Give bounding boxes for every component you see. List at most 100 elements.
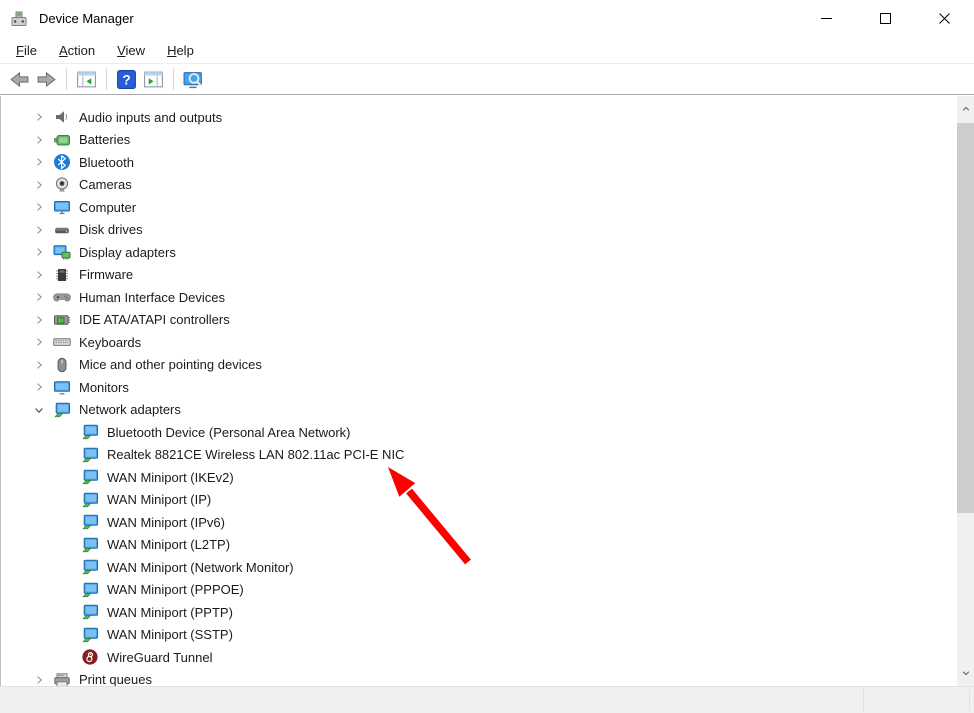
tree-item-label: Audio inputs and outputs: [79, 110, 222, 125]
network-adapter-icon: [81, 581, 99, 599]
tree-item-wan-miniport-pppoe[interactable]: WAN Miniport (PPPOE): [1, 579, 974, 602]
chevron-right-icon[interactable]: [31, 199, 47, 215]
tree-item-ide-ata-atapi-controllers[interactable]: IDE ATA/ATAPI controllers: [1, 309, 974, 332]
status-bar-divider: [863, 689, 864, 711]
tree-item-bluetooth-device-personal-area-network[interactable]: Bluetooth Device (Personal Area Network): [1, 421, 974, 444]
minimize-button[interactable]: [797, 0, 856, 37]
tree-item-label: IDE ATA/ATAPI controllers: [79, 312, 230, 327]
network-adapter-icon: [81, 423, 99, 441]
forward-arrow-icon: [36, 69, 57, 90]
chevron-right-icon[interactable]: [31, 357, 47, 373]
tree-item-print-queues[interactable]: Print queues: [1, 669, 974, 687]
toolbar-separator: [66, 68, 67, 90]
tree-item-keyboards[interactable]: Keyboards: [1, 331, 974, 354]
battery-icon: [53, 131, 71, 149]
help-button[interactable]: ?: [114, 67, 139, 92]
chevron-right-icon[interactable]: [31, 312, 47, 328]
network-adapter-icon: [81, 603, 99, 621]
camera-icon: [53, 176, 71, 194]
show-hide-console-tree-button[interactable]: [74, 67, 99, 92]
tree-item-label: Network adapters: [79, 402, 181, 417]
forward-button[interactable]: [34, 67, 59, 92]
tree-item-wan-miniport-ipv6[interactable]: WAN Miniport (IPv6): [1, 511, 974, 534]
close-icon: [939, 13, 950, 24]
chevron-right-icon[interactable]: [31, 222, 47, 238]
tree-item-wireguard-tunnel[interactable]: WireGuard Tunnel: [1, 646, 974, 669]
maximize-button[interactable]: [856, 0, 915, 37]
tree-item-wan-miniport-pptp[interactable]: WAN Miniport (PPTP): [1, 601, 974, 624]
tree-item-label: Print queues: [79, 672, 152, 686]
tree-item-wan-miniport-network-monitor[interactable]: WAN Miniport (Network Monitor): [1, 556, 974, 579]
network-adapter-icon: [53, 401, 71, 419]
chevron-right-icon[interactable]: [31, 132, 47, 148]
scroll-down-button[interactable]: [957, 660, 974, 686]
minimize-icon: [821, 13, 832, 24]
tree-item-human-interface-devices[interactable]: Human Interface Devices: [1, 286, 974, 309]
tree-item-disk-drives[interactable]: Disk drives: [1, 219, 974, 242]
device-manager-icon: [9, 9, 29, 29]
title-bar: Device Manager: [0, 0, 974, 37]
menu-item-action[interactable]: Action: [48, 39, 106, 62]
tree-item-label: Bluetooth Device (Personal Area Network): [107, 425, 351, 440]
tree-item-label: Batteries: [79, 132, 130, 147]
chevron-right-icon[interactable]: [31, 244, 47, 260]
svg-text:?: ?: [122, 72, 130, 87]
chevron-right-icon[interactable]: [31, 672, 47, 686]
monitor-icon: [53, 378, 71, 396]
tree-item-firmware[interactable]: Firmware: [1, 264, 974, 287]
device-tree-pane: Audio inputs and outputs Batteries Bluetoo…: [0, 96, 974, 686]
tree-item-wan-miniport-sstp[interactable]: WAN Miniport (SSTP): [1, 624, 974, 647]
tree-item-monitors[interactable]: Monitors: [1, 376, 974, 399]
tree-item-computer[interactable]: Computer: [1, 196, 974, 219]
audio-icon: [53, 108, 71, 126]
menu-item-file[interactable]: File: [5, 39, 48, 62]
chevron-right-icon[interactable]: [31, 177, 47, 193]
tree-item-label: WAN Miniport (IPv6): [107, 515, 225, 530]
tree-item-batteries[interactable]: Batteries: [1, 129, 974, 152]
tree-item-wan-miniport-ip[interactable]: WAN Miniport (IP): [1, 489, 974, 512]
tree-item-audio-inputs-and-outputs[interactable]: Audio inputs and outputs: [1, 106, 974, 129]
tree-item-label: Monitors: [79, 380, 129, 395]
chevron-right-icon[interactable]: [31, 379, 47, 395]
tree-item-bluetooth[interactable]: Bluetooth: [1, 151, 974, 174]
menu-item-view[interactable]: View: [106, 39, 156, 62]
show-action-pane-icon: [143, 69, 164, 90]
tree-item-label: WAN Miniport (Network Monitor): [107, 560, 294, 575]
show-hide-action-pane-button[interactable]: [141, 67, 166, 92]
window-controls: [797, 0, 974, 37]
tree-item-network-adapters[interactable]: Network adapters: [1, 399, 974, 422]
chevron-down-icon[interactable]: [31, 402, 47, 418]
tree-item-display-adapters[interactable]: Display adapters: [1, 241, 974, 264]
tree-item-wan-miniport-l2tp[interactable]: WAN Miniport (L2TP): [1, 534, 974, 557]
tree-item-label: WAN Miniport (PPPOE): [107, 582, 244, 597]
menu-item-help[interactable]: Help: [156, 39, 205, 62]
network-adapter-icon: [81, 536, 99, 554]
chevron-right-icon[interactable]: [31, 109, 47, 125]
back-button[interactable]: [7, 67, 32, 92]
help-icon: ?: [116, 69, 137, 90]
chevron-right-icon[interactable]: [31, 267, 47, 283]
scrollbar-thumb[interactable]: [957, 123, 974, 513]
scroll-up-button[interactable]: [957, 96, 974, 122]
chevron-down-icon: [961, 668, 971, 678]
hid-icon: [53, 288, 71, 306]
chevron-right-icon[interactable]: [31, 154, 47, 170]
printer-icon: [53, 671, 71, 686]
disk-icon: [53, 221, 71, 239]
tree-item-mice-and-other-pointing-devices[interactable]: Mice and other pointing devices: [1, 354, 974, 377]
network-adapter-icon: [81, 446, 99, 464]
tree-item-realtek-8821ce-wireless-lan-802-11ac-pci-e-nic[interactable]: Realtek 8821CE Wireless LAN 802.11ac PCI…: [1, 444, 974, 467]
tree-item-wan-miniport-ikev2[interactable]: WAN Miniport (IKEv2): [1, 466, 974, 489]
tree-item-cameras[interactable]: Cameras: [1, 174, 974, 197]
chevron-right-icon[interactable]: [31, 289, 47, 305]
mouse-icon: [53, 356, 71, 374]
tree-item-label: Keyboards: [79, 335, 141, 350]
close-button[interactable]: [915, 0, 974, 37]
chevron-right-icon[interactable]: [31, 334, 47, 350]
scan-hardware-icon: [183, 69, 204, 90]
tree-item-label: WireGuard Tunnel: [107, 650, 213, 665]
chevron-up-icon: [961, 104, 971, 114]
maximize-icon: [880, 13, 891, 24]
scan-for-hardware-changes-button[interactable]: [181, 67, 206, 92]
vertical-scrollbar[interactable]: [957, 96, 974, 686]
